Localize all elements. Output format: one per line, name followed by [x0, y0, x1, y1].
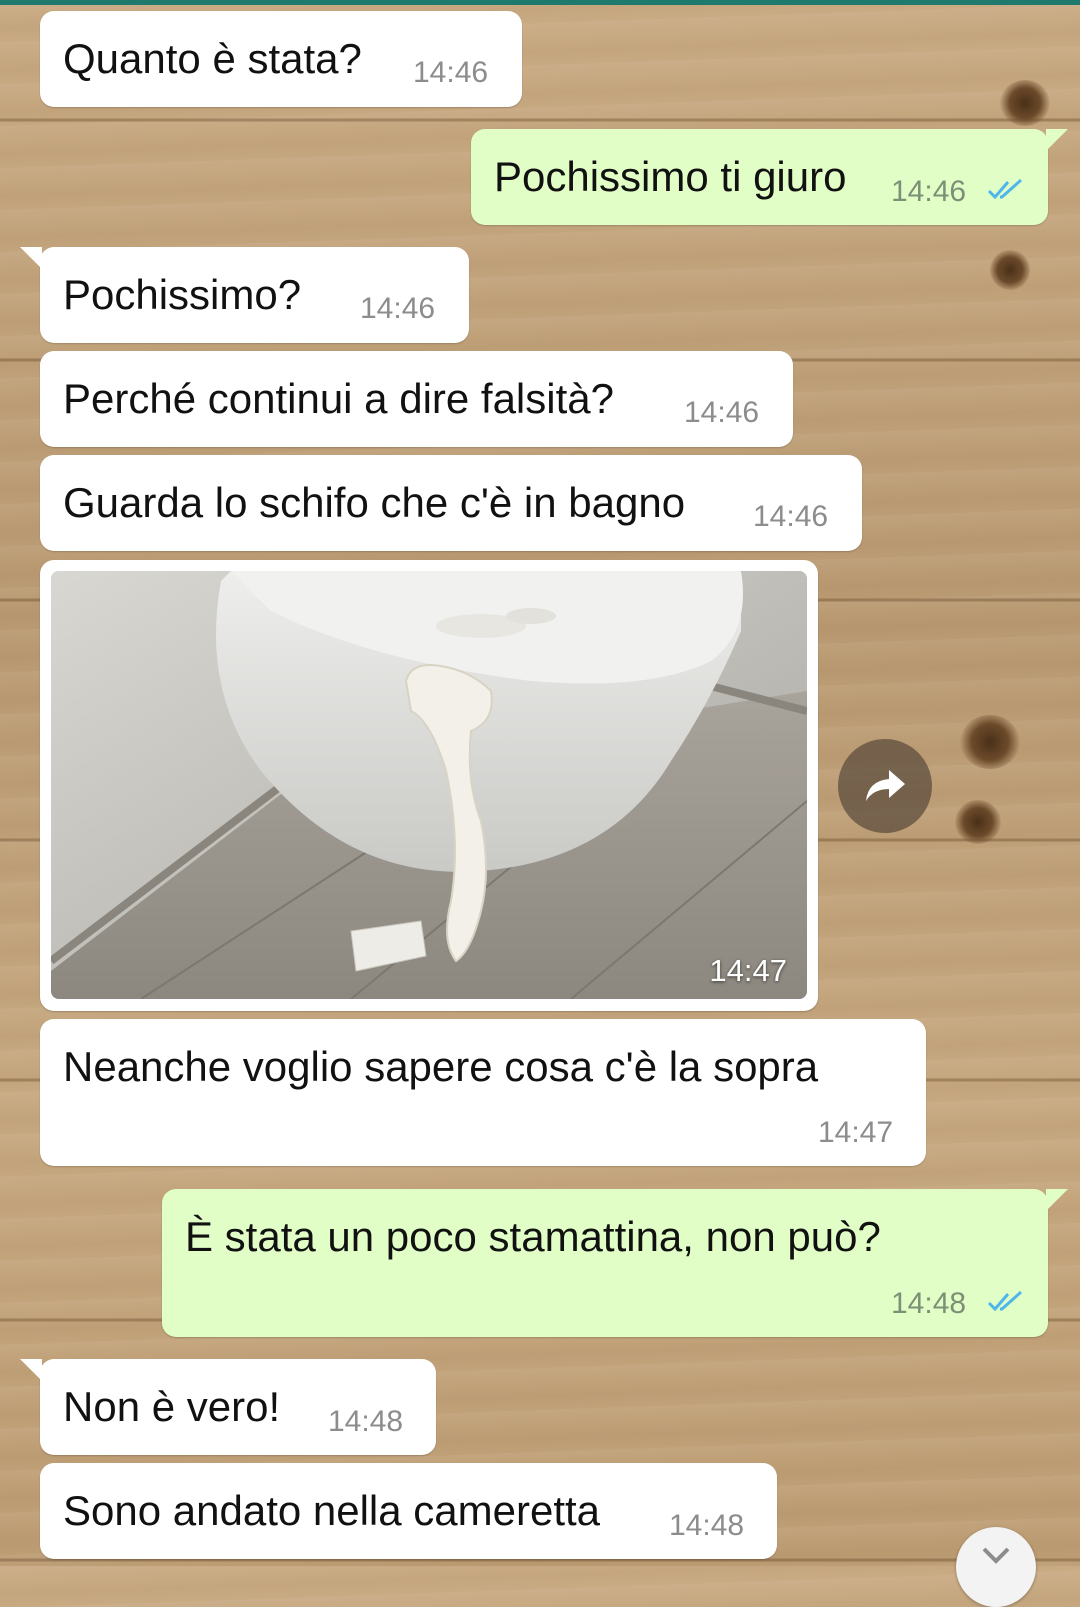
bubble-tail: [1046, 129, 1068, 151]
message-text: Quanto è stata?: [63, 35, 362, 82]
message-incoming[interactable]: Neanche voglio sapere cosa c'è la sopra …: [40, 1019, 926, 1166]
image-message[interactable]: 14:47: [40, 560, 818, 1011]
message-outgoing[interactable]: Pochissimo ti giuro 14:46: [471, 129, 1068, 225]
photo-thumbnail[interactable]: 14:47: [51, 571, 807, 999]
message-time: 14:46: [753, 500, 829, 533]
bubble-tail: [20, 1359, 42, 1381]
message-time: 14:47: [818, 1116, 894, 1149]
wood-knot: [990, 250, 1030, 290]
message-incoming[interactable]: Guarda lo schifo che c'è in bagno 14:46: [40, 455, 862, 551]
message-text: Pochissimo ti giuro: [494, 153, 847, 200]
wood-knot: [1000, 80, 1050, 126]
message-time: 14:48: [328, 1405, 404, 1438]
message-incoming[interactable]: Perché continui a dire falsità? 14:46: [40, 351, 793, 447]
message-text: Sono andato nella cameretta: [63, 1487, 601, 1534]
scroll-to-bottom-button[interactable]: [956, 1527, 1036, 1607]
message-text: Perché continui a dire falsità?: [63, 375, 614, 422]
double-check-icon: [987, 1290, 1023, 1312]
wood-knot: [955, 800, 1001, 844]
forward-arrow-icon: [866, 770, 905, 801]
message-outgoing[interactable]: È stata un poco stamattina, non può? 14:…: [162, 1189, 1068, 1337]
message-text: È stata un poco stamattina, non può?: [185, 1213, 881, 1260]
message-text: Guarda lo schifo che c'è in bagno: [63, 479, 686, 526]
app-top-bar: [0, 0, 1080, 5]
bubble-tail: [1046, 1189, 1068, 1211]
message-incoming[interactable]: Quanto è stata? 14:46: [40, 11, 522, 107]
message-text: Pochissimo?: [63, 271, 302, 318]
message-time: 14:47: [709, 953, 787, 988]
bubble-tail: [20, 247, 42, 269]
message-time: 14:48: [891, 1287, 967, 1320]
message-time: 14:46: [360, 292, 436, 325]
chevron-down-icon: [982, 1547, 1010, 1564]
message-incoming[interactable]: Non è vero! 14:48: [20, 1359, 436, 1455]
message-time: 14:46: [891, 175, 967, 208]
bathroom-photo: [51, 571, 807, 999]
forward-button[interactable]: [838, 739, 932, 833]
message-incoming[interactable]: Pochissimo? 14:46: [20, 247, 469, 343]
message-text: Neanche voglio sapere cosa c'è la sopra: [63, 1043, 819, 1090]
double-check-icon: [987, 178, 1023, 200]
message-incoming[interactable]: Sono andato nella cameretta 14:48: [40, 1463, 777, 1559]
wood-knot: [960, 715, 1020, 769]
message-time: 14:48: [669, 1509, 745, 1542]
message-time: 14:46: [684, 396, 760, 429]
message-time: 14:46: [413, 56, 489, 89]
message-text: Non è vero!: [63, 1383, 281, 1430]
